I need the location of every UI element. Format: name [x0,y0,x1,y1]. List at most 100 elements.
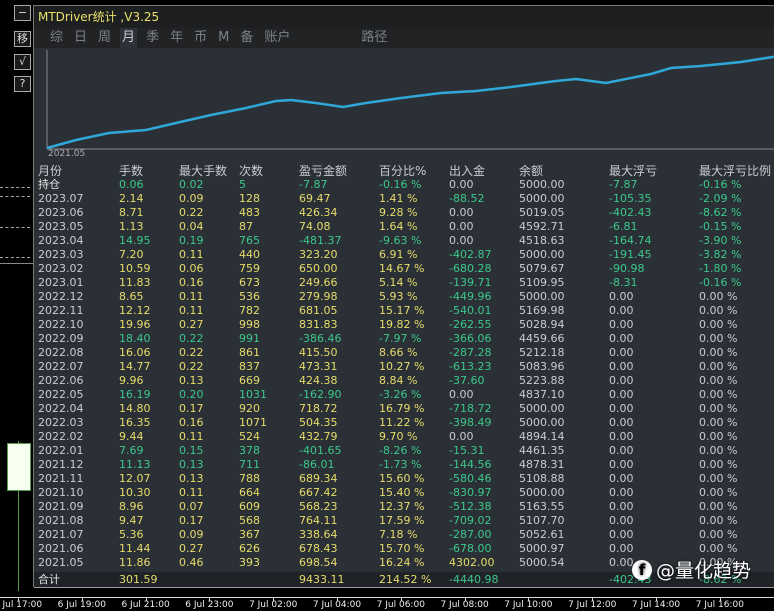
tab-0[interactable]: 综 [48,28,65,48]
table-row[interactable]: 2022.04 14.80 0.17 920 718.72 16.79 % -718.72 5… [34,402,774,416]
check-button[interactable]: √ [14,54,31,70]
cell-profit: 718.72 [299,402,338,415]
cell-balance: 5223.88 [519,374,565,387]
tab-1[interactable]: 日 [72,28,89,48]
cell-trades: 673 [239,276,260,289]
cell-lots: 7.69 [119,444,144,457]
table-row[interactable]: 2022.09 18.40 0.22 991 -386.46 -7.97 % -366.06… [34,332,774,346]
cell-balance: 5079.67 [519,262,565,275]
tab-3[interactable]: 月 [120,28,138,48]
axis-label: 7 Jul 14:00 [631,600,681,610]
cell-max-drawdown: -105.35 [609,192,652,205]
total-deposit-withdraw: -4440.98 [449,573,499,586]
cell-month: 2021.06 [38,542,84,555]
table-row[interactable]: 2021.09 8.96 0.07 609 568.23 12.37 % -512.38 51… [34,500,774,514]
minimize-button[interactable]: − [14,5,31,21]
total-month: 合计 [38,573,60,586]
header-max-drawdown-pct[interactable]: 最大浮亏比例 [699,164,771,178]
table-row[interactable]: 2023.06 8.71 0.22 483 426.34 9.28 % 0.00 5019.0… [34,206,774,220]
table-row[interactable]: 2022.02 9.44 0.11 524 432.79 9.70 % 0.00 4894.1… [34,430,774,444]
table-row[interactable]: 2021.06 11.44 0.27 626 678.43 15.70 % -678.00 5… [34,542,774,556]
cell-max-drawdown: 0.00 [609,290,634,303]
header-balance[interactable]: 余额 [519,164,543,178]
tab-6[interactable]: 币 [192,28,209,48]
table-row[interactable]: 2023.04 14.95 0.19 765 -481.37 -9.63 % 0.00 451… [34,234,774,248]
header-profit[interactable]: 盈亏金额 [299,164,347,178]
cell-month: 2023.04 [38,234,84,247]
header-trades[interactable]: 次数 [239,164,263,178]
chart-start-label: 2021.05 [48,149,86,159]
cell-lots: 8.71 [119,206,144,219]
help-button[interactable]: ? [14,76,31,92]
table-row[interactable]: 2023.07 2.14 0.09 128 69.47 1.41 % -88.52 5000.… [34,192,774,206]
total-percent: 214.52 % [379,573,432,586]
header-deposit-withdraw[interactable]: 出入金 [449,164,485,178]
cell-trades: 788 [239,472,260,485]
cell-profit: 764.11 [299,514,338,527]
cell-profit: 681.05 [299,304,338,317]
table-row[interactable]: 2022.07 14.77 0.22 837 473.31 10.27 % -613.23 5… [34,360,774,374]
table-row[interactable]: 2022.11 12.12 0.11 782 681.05 15.17 % -540.01 5… [34,304,774,318]
table-row[interactable]: 2021.08 9.47 0.17 568 764.11 17.59 % -709.02 51… [34,514,774,528]
tab-5[interactable]: 年 [168,28,185,48]
cell-month: 2023.01 [38,276,84,289]
table-row[interactable]: 2021.12 11.13 0.13 711 -86.01 -1.73 % -144.56 4… [34,458,774,472]
cell-deposit-withdraw: -678.00 [449,542,492,555]
time-axis: 6 Jul 17:00 6 Jul 19:00 6 Jul 21:00 6 Jul 2… [0,597,774,611]
cell-balance: 5083.96 [519,360,565,373]
cell-trades: 626 [239,542,260,555]
header-percent[interactable]: 百分比% [379,164,426,178]
cell-balance: 5163.55 [519,500,565,513]
table-row[interactable]: 2021.11 12.07 0.13 788 689.34 15.60 % -580.46 5… [34,472,774,486]
table-row[interactable]: 2022.01 7.69 0.15 378 -401.65 -8.26 % -15.31 44… [34,444,774,458]
tab-2[interactable]: 周 [96,28,113,48]
table-row[interactable]: 2022.05 16.19 0.20 1031 -162.90 -3.26 % 0.00 48… [34,388,774,402]
cell-lots: 9.47 [119,514,144,527]
table-row[interactable]: 2021.07 5.36 0.09 367 338.64 7.18 % -287.00 505… [34,528,774,542]
table-row[interactable]: 2022.08 16.06 0.22 861 415.50 8.66 % -287.28 52… [34,346,774,360]
cell-max-lots: 0.46 [179,556,204,569]
tab-9[interactable]: 账户 [262,28,292,48]
table-row[interactable]: 2023.01 11.83 0.16 673 249.66 5.14 % -139.71 51… [34,276,774,290]
move-button[interactable]: 移 [14,31,31,47]
table-row[interactable]: 持仓 0.06 0.02 5 -7.87 -0.16 % 0.00 5000.00 -7.87 -… [34,178,774,192]
header-max-lots[interactable]: 最大手数 [179,164,227,178]
cell-trades: 669 [239,374,260,387]
table-row[interactable]: 2022.06 9.96 0.13 669 424.38 8.84 % -37.60 5223… [34,374,774,388]
cell-max-drawdown: 0.00 [609,402,634,415]
cell-month: 2022.07 [38,360,84,373]
header-max-drawdown[interactable]: 最大浮亏 [609,164,657,178]
cell-deposit-withdraw: -262.55 [449,318,492,331]
cell-percent: 7.18 % [379,528,418,541]
cell-trades: 920 [239,402,260,415]
table-row[interactable]: 2022.10 19.96 0.27 998 831.83 19.82 % -262.55 5… [34,318,774,332]
cell-lots: 2.14 [119,192,144,205]
cell-lots: 11.83 [119,276,151,289]
cell-max-lots: 0.11 [179,290,204,303]
total-lots: 301.59 [119,573,158,586]
header-lots[interactable]: 手数 [119,164,143,178]
table-row[interactable]: 2023.03 7.20 0.11 440 323.20 6.91 % -402.87 500… [34,248,774,262]
tab-4[interactable]: 季 [144,28,161,48]
tab-10[interactable]: 路径 [359,28,389,48]
cell-max-drawdown: 0.00 [609,444,634,457]
cell-lots: 9.96 [119,374,144,387]
cell-month: 2022.10 [38,318,84,331]
tab-7[interactable]: M [216,28,231,48]
header-month[interactable]: 月份 [38,164,62,178]
table-row[interactable]: 2021.10 10.30 0.11 664 667.42 15.40 % -830.97 5… [34,486,774,500]
table-row[interactable]: 2022.12 8.65 0.11 536 279.98 5.93 % -449.96 500… [34,290,774,304]
cell-deposit-withdraw: -287.28 [449,346,492,359]
cell-max-drawdown-pct: 0.00 % [699,542,738,555]
cell-month: 2021.05 [38,556,84,569]
table-row[interactable]: 2023.05 1.13 0.04 87 74.08 1.64 % 0.00 4592.71 -… [34,220,774,234]
table-row[interactable]: 2023.02 10.59 0.06 759 650.00 14.67 % -680.28 5… [34,262,774,276]
cell-percent: 1.64 % [379,220,418,233]
tab-8[interactable]: 备 [238,28,255,48]
table-row[interactable]: 2022.03 16.35 0.16 1071 504.35 11.22 % -398.49… [34,416,774,430]
cell-profit: 424.38 [299,374,338,387]
cell-deposit-withdraw: 0.00 [449,388,474,401]
cell-balance: 5000.00 [519,402,565,415]
cell-percent: -9.63 % [379,234,422,247]
cell-trades: 664 [239,486,260,499]
